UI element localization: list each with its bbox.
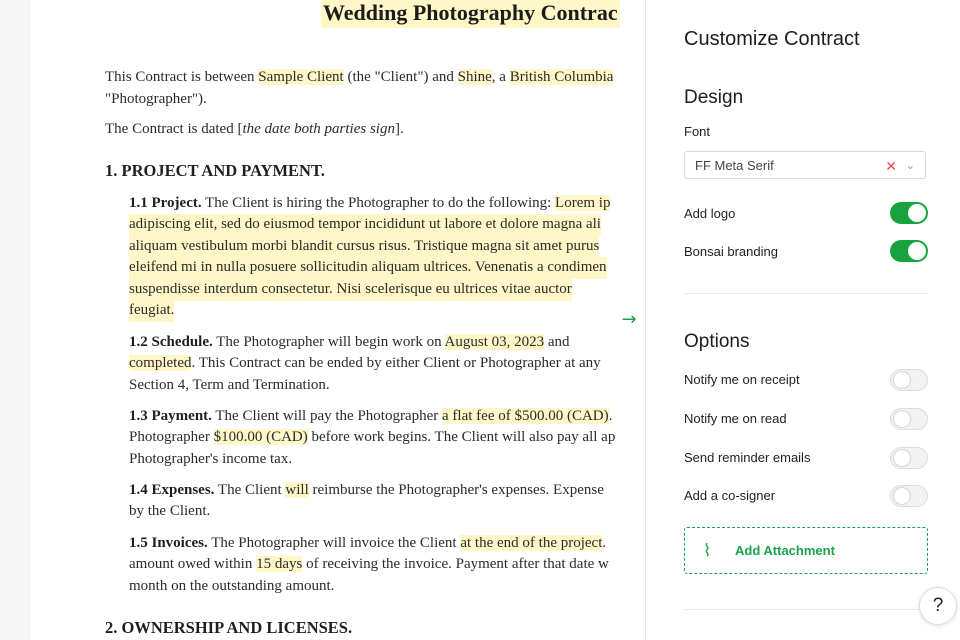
photographer-name-field[interactable]: Shine xyxy=(457,69,492,85)
notify-read-toggle[interactable] xyxy=(890,408,928,430)
start-date-field[interactable]: August 03, 2023 xyxy=(444,334,545,350)
document-area: Wedding Photography Contrac This Contrac… xyxy=(0,0,645,640)
chevron-down-icon[interactable]: ⌄ xyxy=(906,152,915,180)
client-name-field[interactable]: Sample Client xyxy=(258,69,344,85)
contract-title[interactable]: Wedding Photography Contrac xyxy=(321,0,620,28)
toggle-knob xyxy=(893,371,911,389)
project-description-line[interactable]: adipiscing elit, sed do eiusmod tempor i… xyxy=(129,214,601,236)
add-attachment-label: Add Attachment xyxy=(735,543,835,558)
deposit-field[interactable]: $100.00 (CAD) xyxy=(213,429,308,445)
add-logo-label: Add logo xyxy=(684,206,736,221)
toggle-knob xyxy=(893,410,911,428)
notify-read-label: Notify me on read xyxy=(684,411,787,426)
invoice-timing-field[interactable]: at the end of the project xyxy=(460,535,603,551)
add-logo-toggle[interactable] xyxy=(890,202,928,224)
bonsai-branding-label: Bonsai branding xyxy=(684,244,778,259)
project-description-line[interactable]: aliquam vestibulum morbi blandit cursus … xyxy=(129,236,600,258)
project-description-line[interactable]: eleifend mi in nulla posuere sollicitudi… xyxy=(129,257,607,279)
add-cosigner-label: Add a co-signer xyxy=(684,488,776,503)
font-label: Font xyxy=(684,124,711,139)
options-heading: Options xyxy=(684,331,750,352)
end-condition-field[interactable]: completed xyxy=(129,355,192,371)
paperclip-icon: ⌇ xyxy=(703,541,712,561)
contract-page: Wedding Photography Contrac This Contrac… xyxy=(30,0,645,640)
payment-terms-field[interactable]: 15 days xyxy=(256,556,303,572)
customize-panel: Customize Contract Design Font FF Meta S… xyxy=(645,0,960,640)
help-button[interactable]: ? xyxy=(919,587,957,625)
add-attachment-button[interactable]: ⌇ Add Attachment xyxy=(684,527,928,574)
invoices-line-3: month on the outstanding amount. xyxy=(129,578,335,594)
project-description-field[interactable]: Lorem ip xyxy=(555,195,611,211)
dated-paragraph: The Contract is dated [the date both par… xyxy=(105,121,404,137)
project-clause: 1.1 Project. The Client is hiring the Ph… xyxy=(129,195,611,211)
question-icon: ? xyxy=(932,595,944,616)
notify-receipt-label: Notify me on receipt xyxy=(684,372,800,387)
expenses-option-field[interactable]: will xyxy=(285,482,309,498)
schedule-clause: 1.2 Schedule. The Photographer will begi… xyxy=(129,334,570,350)
font-select-value: FF Meta Serif xyxy=(695,158,774,173)
section-2-heading: 2. OWNERSHIP AND LICENSES. xyxy=(105,618,353,637)
send-reminder-label: Send reminder emails xyxy=(684,450,811,465)
intro-line-2: "Photographer"). xyxy=(105,91,207,107)
schedule-line-2: completed. This Contract can be ended by… xyxy=(129,355,601,371)
notify-receipt-toggle[interactable] xyxy=(890,369,928,391)
expenses-line-2: by the Client. xyxy=(129,503,211,519)
fee-field[interactable]: a flat fee of $500.00 (CAD) xyxy=(442,408,609,424)
invoices-line-2: amount owed within 15 days of receiving … xyxy=(129,556,609,572)
toggle-knob xyxy=(908,204,926,222)
toggle-knob xyxy=(908,242,926,260)
design-heading: Design xyxy=(684,87,744,108)
arrow-right-icon[interactable]: → xyxy=(618,309,640,331)
toggle-knob xyxy=(893,449,911,467)
invoices-clause: 1.5 Invoices. The Photographer will invo… xyxy=(129,535,607,551)
project-description-line[interactable]: feugiat. xyxy=(129,300,175,322)
section-divider xyxy=(684,293,928,294)
toggle-knob xyxy=(893,487,911,505)
payment-line-2: Photographer $100.00 (CAD) before work b… xyxy=(129,429,616,445)
region-field[interactable]: British Columbia xyxy=(509,69,614,85)
bonsai-branding-toggle[interactable] xyxy=(890,240,928,262)
payment-clause: 1.3 Payment. The Client will pay the Pho… xyxy=(129,408,613,424)
expenses-clause: 1.4 Expenses. The Client will reimburse … xyxy=(129,482,604,498)
font-select[interactable]: FF Meta Serif ✕ ⌄ xyxy=(684,151,926,179)
send-reminder-toggle[interactable] xyxy=(890,447,928,469)
payment-line-3: Photographer's income tax. xyxy=(129,451,293,467)
intro-paragraph: This Contract is between Sample Client (… xyxy=(105,69,614,85)
section-1-heading: 1. PROJECT AND PAYMENT. xyxy=(105,161,325,180)
schedule-line-3: Section 4, Term and Termination. xyxy=(129,377,330,393)
add-cosigner-toggle[interactable] xyxy=(890,485,928,507)
panel-title: Customize Contract xyxy=(684,28,860,50)
section-divider xyxy=(684,609,928,610)
close-icon[interactable]: ✕ xyxy=(885,152,897,180)
project-description-line[interactable]: suspendisse interdum consectetur. Nisi s… xyxy=(129,279,572,301)
